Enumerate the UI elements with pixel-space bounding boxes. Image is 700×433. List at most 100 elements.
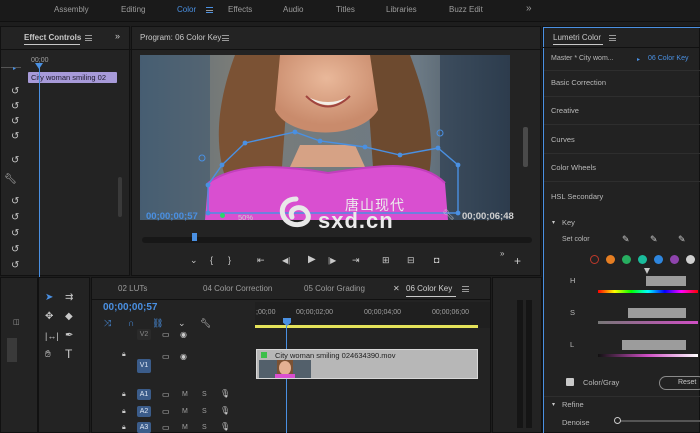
- reset-parameter-icon[interactable]: ↺: [11, 87, 19, 97]
- workspace-assembly[interactable]: Assembly: [54, 5, 89, 14]
- play-icon[interactable]: ▶: [308, 255, 316, 265]
- color-swatch-magenta[interactable]: [670, 255, 679, 264]
- eye-icon[interactable]: ◉: [180, 352, 187, 362]
- work-area-bar[interactable]: [255, 325, 478, 328]
- close-tab-icon[interactable]: ✕: [393, 284, 400, 294]
- track-a3-label[interactable]: A3: [137, 422, 151, 433]
- add-marker-icon[interactable]: ⌄: [190, 255, 198, 265]
- key-section-label[interactable]: Key: [562, 218, 575, 227]
- pen-tool-icon[interactable]: ✒: [65, 331, 73, 341]
- snap-icon[interactable]: ∩: [128, 318, 134, 328]
- workspace-overflow-icon[interactable]: »: [526, 3, 532, 14]
- effect-controls-playhead[interactable]: [39, 66, 40, 278]
- tab-06-color-key[interactable]: 06 Color Key: [406, 284, 452, 293]
- program-zoom-level[interactable]: 50%: [238, 213, 253, 222]
- workspace-audio[interactable]: Audio: [283, 5, 303, 14]
- mute-button[interactable]: M: [182, 424, 188, 431]
- lock-icon[interactable]: 🔒︎: [122, 390, 126, 400]
- tab-04-color-correction[interactable]: 04 Color Correction: [203, 284, 272, 293]
- timeline-settings-wrench-icon[interactable]: 🔧︎: [200, 318, 211, 328]
- saturation-slider-track[interactable]: [598, 321, 698, 324]
- mute-button[interactable]: M: [182, 391, 188, 398]
- program-scrub-bar[interactable]: [142, 237, 532, 243]
- effect-controls-title[interactable]: Effect Controls: [24, 33, 81, 42]
- lumetri-master-clip[interactable]: Master * City wom...: [551, 55, 614, 62]
- insert-icon[interactable]: ⊞: [382, 255, 390, 265]
- sync-lock-icon[interactable]: ▭: [162, 423, 170, 433]
- program-timecode-left[interactable]: 00;00;00;57: [146, 211, 198, 222]
- go-to-in-icon[interactable]: ⇤: [257, 255, 265, 265]
- reset-parameter-icon[interactable]: ↺: [11, 117, 19, 127]
- overwrite-icon[interactable]: ⊟: [407, 255, 415, 265]
- section-curves[interactable]: Curves: [551, 135, 575, 144]
- timeline-menu-icon[interactable]: [462, 286, 469, 292]
- effect-controls-menu-icon[interactable]: [85, 35, 92, 41]
- color-swatch-orange[interactable]: [606, 255, 615, 264]
- effect-controls-clip[interactable]: City woman smiling 02: [28, 72, 117, 83]
- section-hsl-secondary[interactable]: HSL Secondary: [551, 192, 603, 201]
- workspace-editing[interactable]: Editing: [121, 5, 145, 14]
- wrench-icon[interactable]: 🔧︎: [4, 175, 17, 185]
- section-creative[interactable]: Creative: [551, 106, 579, 115]
- denoise-slider-handle[interactable]: [614, 417, 621, 424]
- color-swatch-green[interactable]: [622, 255, 631, 264]
- reset-parameter-icon[interactable]: ↺: [11, 132, 19, 142]
- solo-button[interactable]: S: [202, 391, 207, 398]
- timeline-playhead-line[interactable]: [286, 326, 287, 433]
- track-select-tool-icon[interactable]: ⇉: [65, 293, 73, 303]
- eyedropper-add-icon[interactable]: ✎: [650, 234, 658, 244]
- workspace-titles[interactable]: Titles: [336, 5, 355, 14]
- sync-lock-icon[interactable]: ▭: [162, 407, 170, 417]
- track-v2-label[interactable]: V2: [137, 329, 151, 340]
- sync-lock-icon[interactable]: ▭: [162, 352, 170, 362]
- reset-parameter-icon[interactable]: ↺: [11, 102, 19, 112]
- denoise-slider-track[interactable]: [615, 420, 700, 422]
- timeline-clip[interactable]: City woman smiling 024634390.mov: [256, 349, 478, 379]
- lightness-slider-track[interactable]: [598, 354, 698, 357]
- add-marker-icon[interactable]: ⌄: [178, 318, 186, 328]
- effect-controls-scrollbar[interactable]: [118, 177, 122, 217]
- effect-controls-playhead-handle-icon[interactable]: [35, 63, 43, 69]
- workspace-color[interactable]: Color: [177, 5, 196, 14]
- workspace-buzz-edit[interactable]: Buzz Edit: [449, 5, 483, 14]
- mark-in-icon[interactable]: {: [210, 255, 213, 265]
- mute-button[interactable]: M: [182, 408, 188, 415]
- color-gray-checkbox[interactable]: [566, 378, 574, 386]
- expand-panels-icon[interactable]: »: [115, 31, 120, 41]
- program-monitor-title[interactable]: Program: 06 Color Key: [140, 33, 221, 42]
- step-forward-icon[interactable]: |▶: [328, 256, 336, 266]
- track-v1-label[interactable]: V1: [137, 359, 151, 373]
- tab-05-color-grading[interactable]: 05 Color Grading: [304, 284, 365, 293]
- program-playhead-icon[interactable]: [192, 233, 197, 241]
- solo-button[interactable]: S: [202, 424, 207, 431]
- program-menu-icon[interactable]: [222, 35, 229, 41]
- type-tool-icon[interactable]: T: [65, 348, 72, 360]
- linked-selection-icon[interactable]: ⛓: [152, 318, 163, 328]
- sync-lock-icon[interactable]: ▭: [162, 330, 170, 340]
- sync-lock-icon[interactable]: ▭: [162, 390, 170, 400]
- program-scrollbar[interactable]: [523, 127, 528, 167]
- tab-02-luts[interactable]: 02 LUTs: [118, 284, 147, 293]
- microphone-icon[interactable]: 🎙︎: [220, 406, 230, 416]
- collapse-arrow-icon[interactable]: ▸: [13, 64, 16, 74]
- collapse-key-icon[interactable]: ▾: [552, 218, 555, 228]
- lock-icon[interactable]: 🔒︎: [122, 423, 126, 433]
- lumetri-title[interactable]: Lumetri Color: [553, 33, 601, 42]
- selection-tool-icon[interactable]: ➤: [45, 293, 53, 303]
- workspace-menu-icon[interactable]: [206, 7, 213, 13]
- color-swatch-red[interactable]: [590, 255, 599, 264]
- microphone-icon[interactable]: 🎙︎: [220, 422, 230, 432]
- ripple-edit-tool-icon[interactable]: ✥: [45, 312, 53, 322]
- workspace-libraries[interactable]: Libraries: [386, 5, 417, 14]
- workspace-effects[interactable]: Effects: [228, 5, 252, 14]
- step-back-icon[interactable]: ◀|: [282, 256, 290, 266]
- lightness-range-handle[interactable]: [622, 340, 686, 350]
- track-a1-label[interactable]: A1: [137, 389, 151, 400]
- reset-parameter-icon[interactable]: ↺: [11, 245, 19, 255]
- more-controls-icon[interactable]: »: [500, 249, 504, 259]
- hue-slider-track[interactable]: [598, 290, 698, 293]
- section-basic-correction[interactable]: Basic Correction: [551, 78, 606, 87]
- reset-parameter-icon[interactable]: ↺: [11, 197, 19, 207]
- color-swatch-blue[interactable]: [654, 255, 663, 264]
- hue-range-handle[interactable]: [646, 276, 686, 286]
